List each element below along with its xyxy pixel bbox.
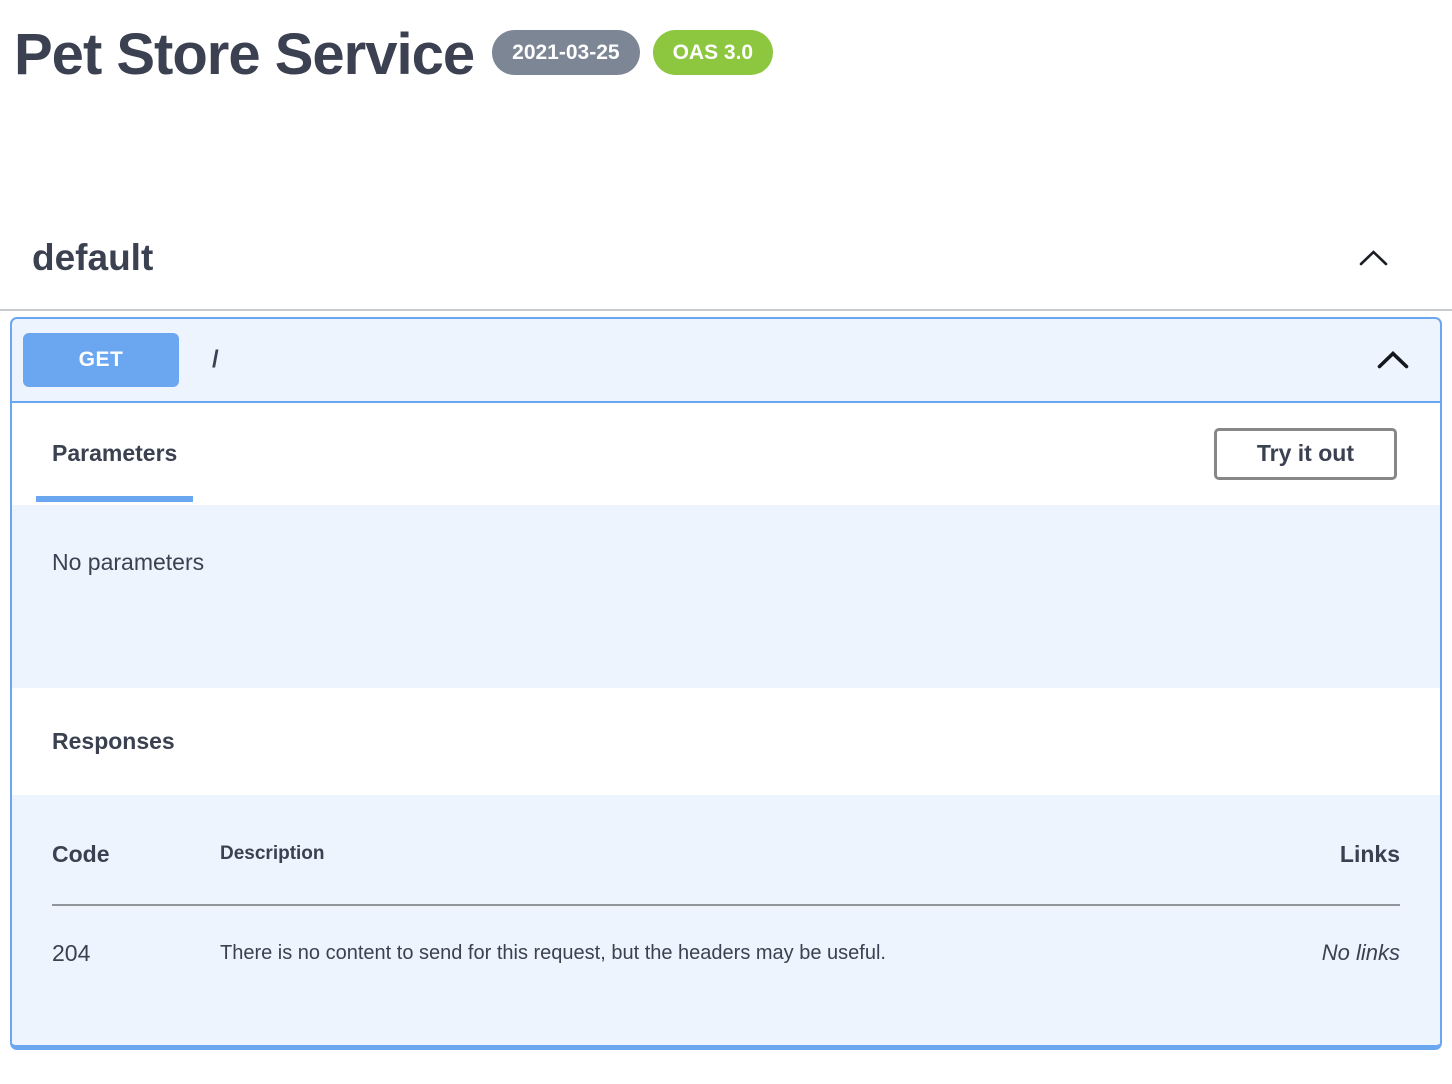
operation-path: / (212, 346, 219, 374)
parameters-empty-section: No parameters (12, 505, 1440, 688)
response-links: No links (1250, 940, 1400, 966)
tag-title: default (32, 237, 153, 279)
column-header-code: Code (52, 841, 220, 868)
version-badge: 2021-03-25 (492, 30, 639, 75)
operation-collapse-button[interactable] (1376, 350, 1410, 369)
tab-parameters[interactable]: Parameters (36, 403, 193, 505)
responses-table: Code Description Links 204 There is no c… (12, 795, 1440, 1045)
response-code: 204 (52, 940, 220, 967)
responses-title: Responses (52, 728, 175, 755)
oas-badge: OAS 3.0 (653, 30, 774, 75)
chevron-up-icon (1376, 357, 1410, 372)
chevron-up-icon (1358, 254, 1389, 269)
opblock-get-root: GET / Parameters Try it out No parameter… (10, 317, 1442, 1050)
column-header-description: Description (220, 841, 1250, 865)
http-method-badge[interactable]: GET (23, 333, 179, 387)
section-collapse-button[interactable] (1358, 249, 1389, 266)
no-parameters-message: No parameters (52, 549, 204, 575)
column-header-links: Links (1250, 841, 1400, 868)
app-header: Pet Store Service 2021-03-25 OAS 3.0 (0, 0, 1452, 89)
opblock-summary[interactable]: GET / (12, 319, 1440, 403)
table-row: 204 There is no content to send for this… (52, 906, 1400, 967)
page-title: Pet Store Service (14, 22, 474, 89)
tag-section-default: default GET / Parameters T (0, 237, 1452, 1050)
response-description: There is no content to send for this req… (220, 940, 1250, 965)
badge-group: 2021-03-25 OAS 3.0 (492, 30, 773, 75)
parameters-tab-row: Parameters Try it out (12, 403, 1440, 505)
try-it-out-button[interactable]: Try it out (1214, 428, 1397, 480)
responses-table-header: Code Description Links (52, 841, 1400, 906)
responses-header: Responses (12, 688, 1440, 795)
tag-header-default[interactable]: default (0, 237, 1452, 311)
